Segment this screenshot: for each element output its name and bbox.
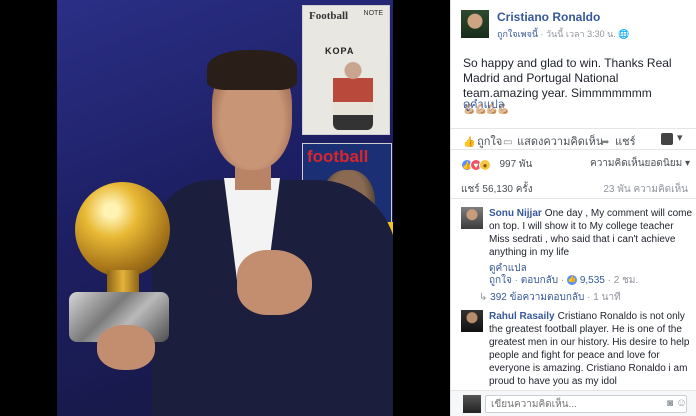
separator: · (558, 275, 568, 286)
magazine-title: Football (309, 10, 349, 22)
separator: · (511, 275, 521, 286)
comment-input[interactable] (485, 395, 687, 413)
thumbs-up-icon: 👍 (463, 137, 476, 148)
post-timestamp[interactable]: วันนี้ เวลา 3:30 น. (546, 29, 616, 39)
comment-body: Rahul Rasaily Cristiano Ronaldo is not on… (489, 310, 695, 388)
chevron-down-icon: ▾ (684, 158, 690, 169)
share-icon: ➦ (601, 137, 610, 148)
separator: · (604, 275, 614, 286)
like-reaction-icon: 👍 (567, 275, 578, 286)
photo-stage: Football NOTE KOPA football (0, 0, 450, 416)
comment-icon: ▭ (503, 137, 513, 148)
share-button[interactable]: ➦ แชร์ (601, 132, 636, 150)
comment-text: Cristiano Ronaldo is not only the greate… (489, 311, 690, 387)
comment-body: Sonu Nijjar One day , My comment will com… (489, 207, 695, 259)
comment-time[interactable]: 2 ชม. (614, 275, 639, 286)
comment-composer: ◙ ☺ (451, 390, 696, 416)
camera-icon[interactable]: ◙ (667, 398, 673, 409)
comment-like-link[interactable]: ถูกใจ (489, 275, 512, 286)
player-hand-four-fingers (237, 250, 312, 315)
comment-count[interactable]: 23 พัน ความคิดเห็น (603, 182, 688, 197)
reply-arrow-icon: ↳ (479, 292, 488, 303)
commenter-name[interactable]: Rahul Rasaily (489, 311, 555, 322)
reactions-summary[interactable]: 👍 ♥ ● 997 พัน (461, 156, 533, 171)
magazine-figure (333, 60, 373, 130)
magazine-title: football (307, 147, 369, 166)
replies-time: 1 นาที (593, 292, 621, 303)
meta-separator: · (538, 29, 547, 39)
chevron-down-icon[interactable]: ▾ (677, 131, 683, 144)
page-avatar[interactable] (461, 10, 489, 38)
like-label: ถูกใจ (477, 136, 503, 148)
share-count[interactable]: แชร์ 56,130 ครั้ง (461, 182, 533, 197)
like-page-link[interactable]: ถูกใจเพจนี้ (497, 29, 538, 39)
current-user-avatar (463, 395, 481, 413)
post-side-panel: Cristiano Ronaldo ถูกใจเพจนี้ · วันนี้ เ… (450, 0, 696, 416)
magazine-cover-kopa: Football NOTE KOPA (302, 5, 390, 135)
commenter-avatar[interactable] (461, 207, 483, 229)
reaction-count: 997 พัน (499, 159, 533, 171)
see-translation-link[interactable]: ดูคำแปล (463, 95, 505, 113)
comment-sort-dropdown[interactable]: ความคิดเห็นยอดนิยม ▾ (590, 156, 690, 171)
player-hair (207, 50, 297, 90)
emoji-icon[interactable]: ☺ (676, 397, 687, 409)
replies-count: 392 ข้อความตอบกลับ (490, 292, 585, 303)
post-action-bar: 👍 ถูกใจ ▭ แสดงความคิดเห็น ➦ แชร์ ▾ (451, 128, 696, 150)
globe-icon: 🌐 (618, 29, 630, 39)
post-meta: ถูกใจเพจนี้ · วันนี้ เวลา 3:30 น. 🌐 (497, 27, 629, 41)
divider (451, 198, 696, 199)
post-header: Cristiano Ronaldo ถูกใจเพจนี้ · วันนี้ เ… (461, 10, 688, 42)
page-name-link[interactable]: Cristiano Ronaldo (497, 10, 600, 24)
like-button[interactable]: 👍 ถูกใจ (463, 132, 502, 150)
ballon-dor-trophy-ball (75, 182, 170, 277)
commenter-avatar[interactable] (461, 310, 483, 332)
comment-sort-label: ความคิดเห็นยอดนิยม (590, 158, 683, 169)
comment-label: แสดงความคิดเห็น (517, 136, 604, 148)
comment-reply-link[interactable]: ตอบกลับ (521, 275, 558, 286)
acting-as-avatar[interactable] (661, 133, 673, 145)
player-hand-holding-trophy (97, 325, 155, 370)
wow-reaction-icon: ● (479, 158, 491, 171)
separator: · (584, 292, 594, 303)
share-label: แชร์ (615, 136, 636, 148)
comment-actions: ถูกใจ · ตอบกลับ · 👍 9,535 · 2 ชม. (489, 273, 638, 288)
magazine-issue: NOTE (363, 10, 383, 17)
comment-button[interactable]: ▭ แสดงความคิดเห็น (503, 132, 603, 150)
magazine-cover-name: KOPA (325, 46, 355, 56)
post-body: So happy and glad to win. Thanks Real Ma… (463, 56, 672, 100)
post-photo[interactable]: Football NOTE KOPA football (57, 0, 393, 416)
comment-like-count[interactable]: 9,535 (580, 275, 605, 286)
view-replies-link[interactable]: ↳ 392 ข้อความตอบกลับ · 1 นาที (479, 290, 621, 305)
commenter-name[interactable]: Sonu Nijjar (489, 208, 542, 219)
